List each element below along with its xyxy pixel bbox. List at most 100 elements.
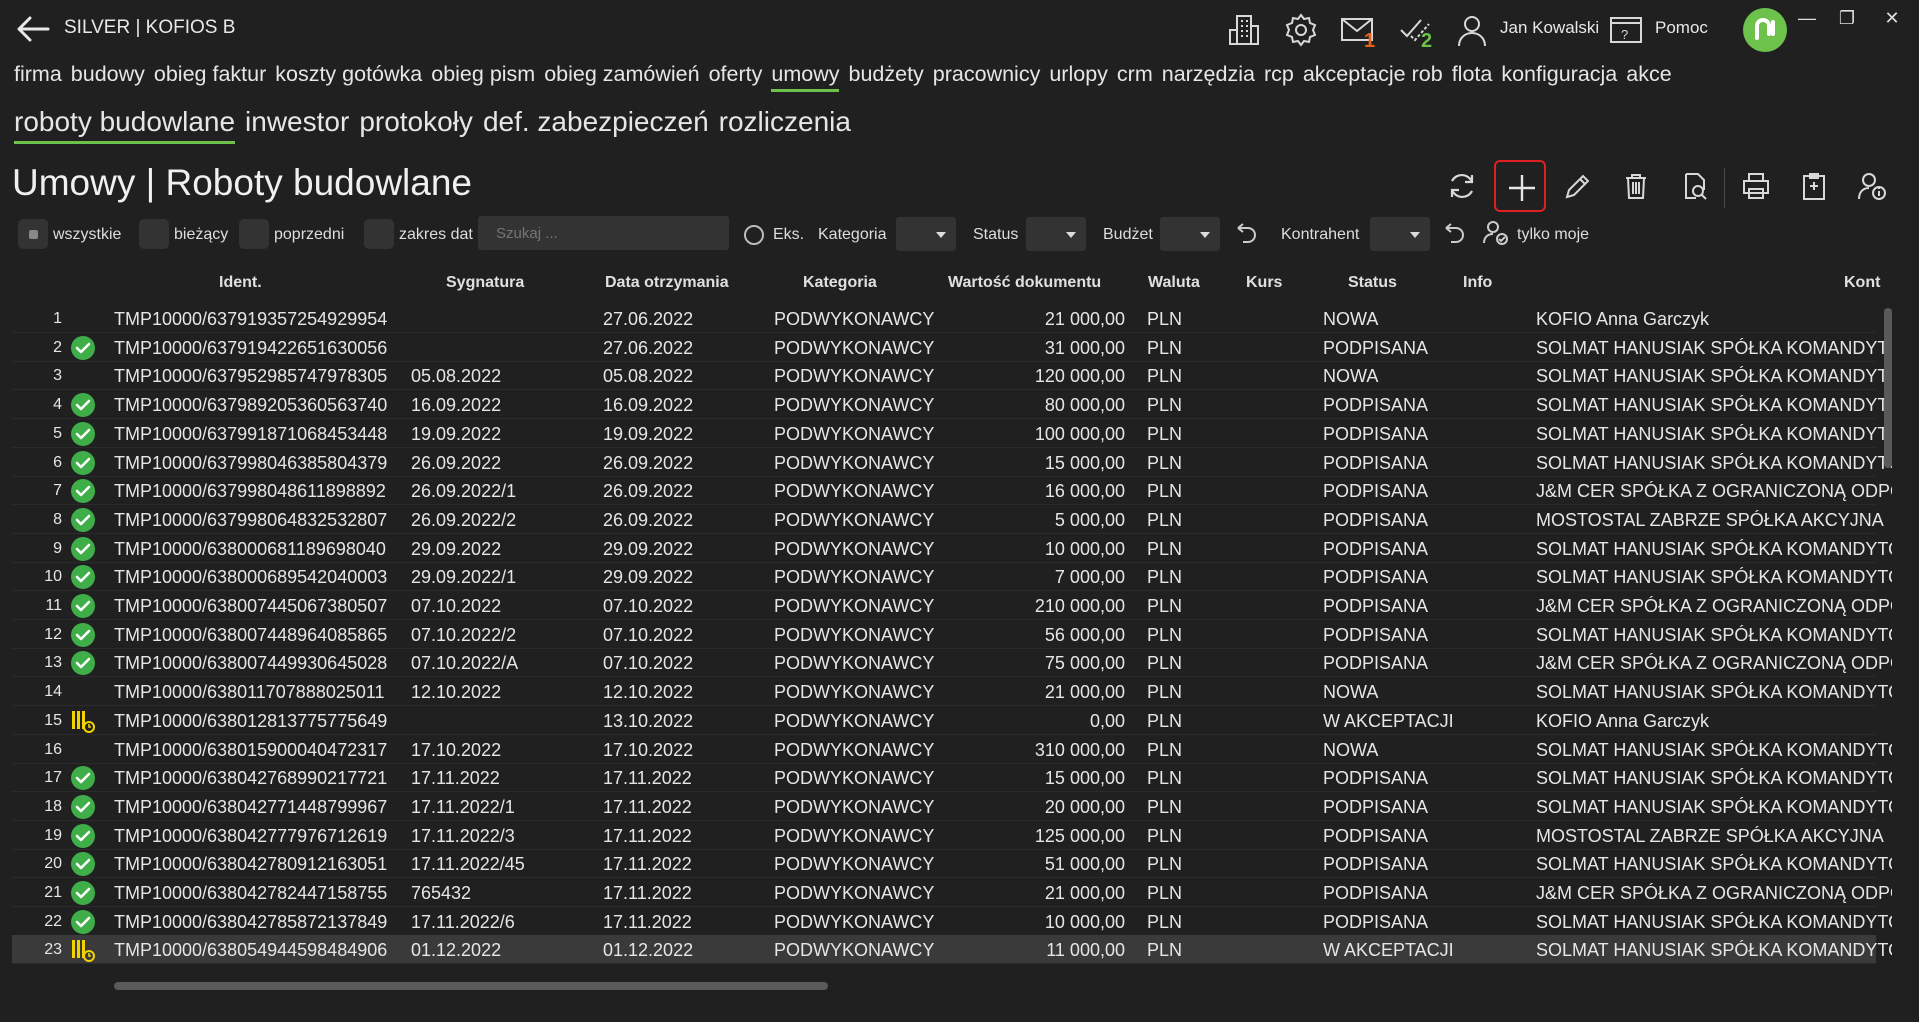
user-icon[interactable]: [1452, 10, 1492, 50]
help-icon[interactable]: ?: [1606, 10, 1646, 50]
refresh-icon[interactable]: [1436, 160, 1488, 212]
row-ident: TMP10000/638042777976712619: [114, 825, 388, 846]
preview-icon[interactable]: [1668, 160, 1720, 212]
main-nav-item[interactable]: rcp: [1264, 62, 1294, 87]
main-nav-item[interactable]: koszty gotówka: [275, 62, 422, 87]
main-nav-item[interactable]: umowy: [771, 62, 840, 92]
status-dropdown[interactable]: [1026, 217, 1086, 251]
only-mine-icon[interactable]: [1482, 219, 1510, 252]
row-ident: TMP10000/637998064832532807: [114, 509, 388, 530]
table-row[interactable]: 13 TMP10000/638007449930645028 07.10.2022/…: [12, 648, 1892, 678]
back-arrow-icon[interactable]: [14, 12, 54, 46]
row-contractor: KOFIO Anna Garczyk: [1536, 309, 1710, 329]
table-row[interactable]: 19 TMP10000/638042777976712619 17.11.2022/…: [12, 821, 1884, 850]
main-nav-item[interactable]: urlopy: [1049, 62, 1108, 87]
col-waluta[interactable]: Waluta: [1148, 274, 1200, 292]
contractor-dropdown[interactable]: [1370, 217, 1430, 251]
user-info-icon[interactable]: [1846, 160, 1898, 212]
eks-radio[interactable]: [744, 225, 764, 245]
table-row[interactable]: 20 TMP10000/638042780912163051 17.11.2022/…: [12, 849, 1892, 879]
main-nav-item[interactable]: budżety: [848, 62, 923, 87]
table-row[interactable]: 1 TMP10000/637919357254929954 27.06.2022 PO…: [12, 304, 1876, 333]
edit-icon[interactable]: [1552, 160, 1604, 212]
main-nav-item[interactable]: obieg faktur: [154, 62, 266, 87]
col-data[interactable]: Data otrzymania: [605, 274, 729, 292]
table-row[interactable]: 16 TMP10000/638015900040472317 17.10.2022 1…: [12, 735, 1892, 764]
table-row[interactable]: 22 TMP10000/638042785872137849 17.11.2022/…: [12, 907, 1892, 936]
table-row[interactable]: 2 TMP10000/637919422651630056 27.06.2022 PO…: [12, 333, 1892, 362]
settings-gear-icon[interactable]: [1281, 10, 1321, 50]
table-row[interactable]: 7 TMP10000/637998048611898892 26.09.2022/1…: [12, 476, 1892, 506]
main-nav-item[interactable]: budowy: [71, 62, 145, 87]
date-range-checkbox[interactable]: [364, 219, 394, 249]
sub-nav-item[interactable]: roboty budowlane: [14, 106, 236, 144]
clear-budget-icon[interactable]: [1234, 220, 1260, 251]
row-category: PODWYKONAWCY: [774, 395, 935, 416]
table-row[interactable]: 23 TMP10000/638054944598484906 01.12.2022 0…: [12, 935, 1892, 965]
main-nav-item[interactable]: crm: [1117, 62, 1153, 87]
main-nav-item[interactable]: flota: [1452, 62, 1493, 87]
sub-nav-item[interactable]: inwestor: [245, 106, 349, 138]
minimize-icon[interactable]: —: [1790, 8, 1824, 34]
table-row[interactable]: 6 TMP10000/637998046385804379 26.09.2022 26…: [12, 448, 1892, 477]
budget-dropdown[interactable]: [1160, 217, 1220, 251]
table-row[interactable]: 14 TMP10000/638011707888025011 12.10.2022 1…: [12, 677, 1892, 707]
main-nav-item[interactable]: akceptacje rob: [1303, 62, 1443, 87]
add-icon[interactable]: [1494, 160, 1546, 212]
all-checkbox[interactable]: [18, 219, 48, 249]
sub-nav-item[interactable]: rozliczenia: [719, 106, 851, 138]
table-row[interactable]: 5 TMP10000/637991871068453448 19.09.2022 19…: [12, 419, 1892, 448]
main-nav-item[interactable]: konfiguracja: [1501, 62, 1617, 87]
sub-nav-item[interactable]: protokoły: [359, 106, 473, 138]
main-nav-item[interactable]: pracownicy: [933, 62, 1041, 87]
delete-icon[interactable]: [1610, 160, 1662, 212]
col-kategoria[interactable]: Kategoria: [803, 274, 877, 292]
restore-icon[interactable]: ❐: [1830, 8, 1864, 34]
search-input[interactable]: [478, 216, 729, 250]
help-link[interactable]: Pomoc: [1655, 18, 1708, 38]
previous-checkbox[interactable]: [239, 219, 269, 249]
current-checkbox[interactable]: [139, 219, 169, 249]
horizontal-scroll-thumb[interactable]: [114, 982, 828, 990]
user-name[interactable]: Jan Kowalski: [1500, 18, 1599, 38]
table-row[interactable]: 11 TMP10000/638007445067380507 07.10.2022 0…: [12, 591, 1892, 620]
col-sygnatura[interactable]: Sygnatura: [446, 274, 524, 292]
horizontal-scrollbar[interactable]: [104, 978, 1880, 994]
row-category: PODWYKONAWCY: [774, 796, 935, 817]
print-icon[interactable]: [1730, 160, 1782, 212]
table-row[interactable]: 3 TMP10000/637952985747978305 05.08.2022 05…: [12, 361, 1892, 391]
row-ident: TMP10000/637952985747978305: [114, 366, 388, 387]
col-kurs[interactable]: Kurs: [1246, 274, 1282, 292]
col-wartosc[interactable]: Wartość dokumentu: [948, 274, 1101, 292]
buildings-icon[interactable]: [1224, 10, 1264, 50]
col-ident[interactable]: Ident.: [219, 274, 262, 292]
main-nav-item[interactable]: firma: [14, 62, 62, 87]
close-icon[interactable]: ✕: [1875, 8, 1909, 34]
table-row[interactable]: 10 TMP10000/638000689542040003 29.09.2022/…: [12, 562, 1892, 592]
col-info[interactable]: Info: [1463, 274, 1492, 292]
category-dropdown[interactable]: [896, 217, 956, 251]
row-category: PODWYKONAWCY: [774, 682, 935, 703]
main-nav-item[interactable]: obieg zamówień: [544, 62, 699, 87]
table-row[interactable]: 4 TMP10000/637989205360563740 16.09.2022 16…: [12, 390, 1892, 420]
col-status[interactable]: Status: [1348, 274, 1397, 292]
table-row[interactable]: 9 TMP10000/638000681189698040 29.09.2022 29…: [12, 534, 1892, 563]
sub-nav-item[interactable]: def. zabezpieczeń: [483, 106, 709, 138]
table-row[interactable]: 15 TMP10000/638012813775775649 13.10.2022 P…: [12, 706, 1876, 735]
vertical-scroll-thumb[interactable]: [1884, 308, 1892, 468]
table-row[interactable]: 12 TMP10000/638007448964085865 07.10.2022/…: [12, 620, 1892, 649]
clipboard-icon[interactable]: [1788, 160, 1840, 212]
main-nav-item[interactable]: akce: [1626, 62, 1671, 87]
table-row[interactable]: 18 TMP10000/638042771448799967 17.11.2022/…: [12, 792, 1892, 821]
main-nav-item[interactable]: narzędzia: [1162, 62, 1255, 87]
table-row[interactable]: 17 TMP10000/638042768990217721 17.11.2022 1…: [12, 763, 1892, 793]
clear-contractor-icon[interactable]: [1442, 220, 1468, 251]
table-row[interactable]: 8 TMP10000/637998064832532807 26.09.2022/2…: [12, 505, 1884, 534]
col-kontrahent[interactable]: Kont: [1844, 274, 1880, 292]
main-nav-item[interactable]: obieg pism: [431, 62, 535, 87]
table-row[interactable]: 21 TMP10000/638042782447158755 765432 17.11…: [12, 878, 1892, 907]
tasks-check-icon[interactable]: 2: [1395, 10, 1435, 52]
vertical-scrollbar[interactable]: [1880, 304, 1896, 968]
main-nav-item[interactable]: oferty: [709, 62, 763, 87]
mail-icon[interactable]: 1: [1338, 10, 1378, 52]
